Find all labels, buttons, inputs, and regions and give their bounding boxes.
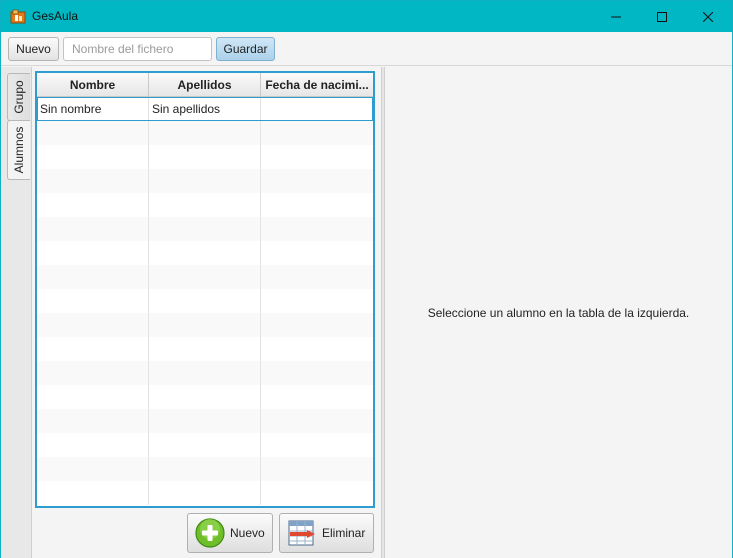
side-tab-strip: Grupo Alumnos [1,67,32,558]
empty-row [37,457,373,481]
cell-apellidos: Sin apellidos [149,97,261,121]
table-row[interactable]: Sin nombre Sin apellidos [37,97,373,121]
close-icon [703,11,713,22]
new-file-button[interactable]: Nuevo [8,37,59,61]
delete-row-icon [287,518,317,548]
empty-row [37,217,373,241]
column-header-fecha[interactable]: Fecha de nacimi... [261,73,373,97]
close-button[interactable] [685,1,731,32]
student-detail-panel: Seleccione un alumno en la tabla de la i… [385,67,732,558]
tab-grupo[interactable]: Grupo [7,73,30,121]
empty-row [37,169,373,193]
maximize-icon [657,11,667,22]
column-header-nombre[interactable]: Nombre [37,73,149,97]
window-title: GesAula [32,9,79,23]
column-header-apellidos[interactable]: Apellidos [149,73,261,97]
minimize-button[interactable] [593,1,639,32]
empty-row [37,433,373,457]
empty-row [37,121,373,145]
empty-row [37,481,373,505]
app-logo-icon [10,9,26,24]
empty-row [37,193,373,217]
empty-row [37,265,373,289]
maximize-button[interactable] [639,1,685,32]
delete-student-button[interactable]: Eliminar [279,513,374,553]
empty-row [37,289,373,313]
empty-row [37,361,373,385]
minimize-icon [611,16,621,17]
table-header: Nombre Apellidos Fecha de nacimi... [37,73,373,97]
empty-row [37,409,373,433]
cell-nombre: Sin nombre [37,97,149,121]
delete-student-label: Eliminar [322,526,366,540]
empty-row [37,241,373,265]
filename-input[interactable] [63,37,212,61]
add-student-button[interactable]: Nuevo [187,513,273,553]
students-panel: Nombre Apellidos Fecha de nacimi... Sin … [32,67,381,558]
toolbar: Nuevo Guardar [1,32,732,66]
save-button[interactable]: Guardar [216,37,275,61]
table-body: Sin nombre Sin apellidos [37,97,373,505]
add-student-label: Nuevo [230,526,265,540]
cell-fecha [261,97,373,121]
empty-selection-message: Seleccione un alumno en la tabla de la i… [427,305,690,320]
empty-row [37,145,373,169]
tab-grupo-label: Grupo [12,80,26,114]
empty-row [37,313,373,337]
students-table[interactable]: Nombre Apellidos Fecha de nacimi... Sin … [35,71,375,508]
app-window: GesAula Nuevo Guardar Grupo Alumnos Nomb… [0,0,733,558]
tab-alumnos-label: Alumnos [12,126,26,174]
plus-circle-icon [195,518,225,548]
tab-alumnos[interactable]: Alumnos [7,120,30,180]
empty-row [37,337,373,361]
title-bar[interactable]: GesAula [1,1,732,32]
empty-row [37,385,373,409]
